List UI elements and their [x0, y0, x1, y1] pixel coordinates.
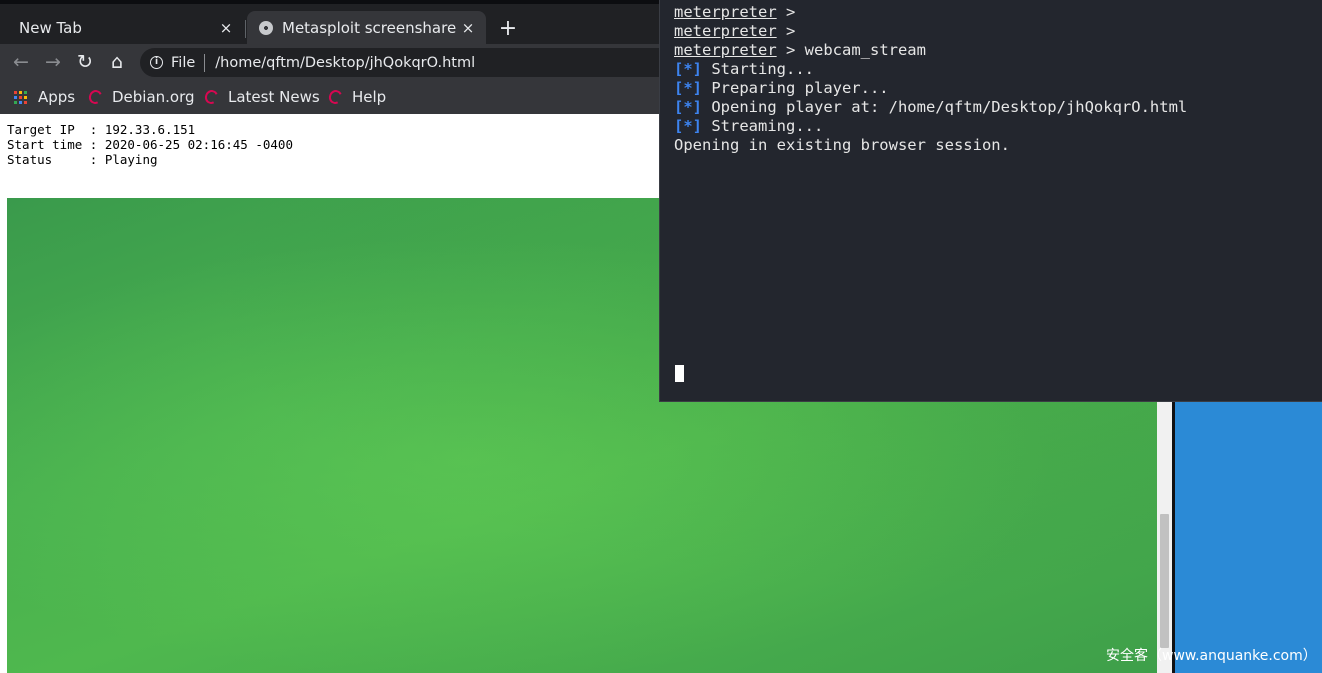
prompt: meterpreter: [674, 22, 777, 40]
apps-grid-icon: [14, 90, 27, 104]
status-text: Streaming...: [702, 117, 824, 135]
status-text: Preparing player...: [702, 79, 889, 97]
tab-divider: [245, 20, 246, 38]
terminal-line: meterpreter >: [674, 22, 1187, 41]
scrollbar-thumb[interactable]: [1160, 514, 1169, 648]
back-arrow-icon[interactable]: ←: [9, 50, 33, 74]
bookmark-help[interactable]: Help: [326, 86, 387, 108]
start-time-line: Start time : 2020-06-25 02:16:45 -0400: [7, 137, 293, 152]
address-separator: [204, 53, 206, 72]
close-icon[interactable]: ×: [218, 19, 234, 37]
watermark-text: 安全客（www.anquanke.com）: [1106, 648, 1317, 664]
reload-icon[interactable]: ↻: [73, 50, 97, 74]
background-window: [1175, 402, 1322, 673]
status-line: Status : Playing: [7, 152, 158, 167]
bookmark-debian-org[interactable]: Debian.org: [86, 86, 195, 108]
terminal-line: meterpreter > webcam_stream: [674, 41, 1187, 60]
debian-swirl-icon: [326, 88, 345, 106]
prompt: meterpreter: [674, 41, 777, 59]
debian-swirl-icon: [202, 88, 221, 106]
tab-new-tab[interactable]: New Tab ×: [0, 11, 244, 44]
target-ip-line: Target IP : 192.33.6.151: [7, 122, 196, 137]
bookmark-latest-news[interactable]: Latest News: [202, 86, 320, 108]
tab-title: Metasploit screenshare - Target: [282, 18, 460, 37]
terminal-window[interactable]: meterpreter > meterpreter > meterpreter > …: [659, 0, 1322, 402]
bookmark-label: Help: [352, 88, 387, 106]
scheme-label: File: [171, 54, 196, 71]
tab-title: New Tab: [19, 18, 82, 37]
new-tab-button[interactable]: +: [496, 18, 520, 42]
terminal-output: meterpreter > meterpreter > meterpreter > …: [674, 3, 1187, 155]
globe-icon: [259, 20, 273, 35]
url-text[interactable]: /home/qftm/Desktop/jhQokqrO.html: [215, 55, 475, 71]
close-icon[interactable]: ×: [460, 19, 476, 37]
bookmark-label: Latest News: [228, 88, 320, 106]
prompt: meterpreter: [674, 3, 777, 21]
terminal-line: [*] Starting...: [674, 60, 1187, 79]
stream-info: Target IP : 192.33.6.151 Start time : 202…: [7, 122, 293, 167]
bookmark-label: Apps: [38, 88, 76, 106]
terminal-line: [*] Streaming...: [674, 117, 1187, 136]
info-icon[interactable]: i: [150, 56, 163, 69]
status-tag: [*]: [674, 60, 702, 78]
debian-swirl-icon: [86, 88, 105, 106]
status-text: Opening player at: /home/qftm/Desktop/jh…: [702, 98, 1188, 116]
status-tag: [*]: [674, 79, 702, 97]
terminal-line: [*] Preparing player...: [674, 79, 1187, 98]
bookmark-label: Debian.org: [112, 88, 195, 106]
terminal-line: [*] Opening player at: /home/qftm/Deskto…: [674, 98, 1187, 117]
prompt-suffix: >: [776, 3, 796, 21]
status-tag: [*]: [674, 117, 702, 135]
status-text: Starting...: [702, 60, 814, 78]
command-text: webcam_stream: [795, 41, 926, 59]
status-tag: [*]: [674, 98, 702, 116]
tab-metasploit-screenshare[interactable]: Metasploit screenshare - Target ×: [247, 11, 486, 44]
bookmark-apps[interactable]: Apps: [14, 86, 75, 108]
prompt-suffix: >: [776, 41, 796, 59]
prompt-suffix: >: [776, 22, 796, 40]
forward-arrow-icon[interactable]: →: [41, 50, 65, 74]
home-icon[interactable]: ⌂: [105, 50, 129, 74]
terminal-cursor: [675, 365, 684, 382]
terminal-line: Opening in existing browser session.: [674, 136, 1010, 154]
terminal-line: meterpreter >: [674, 3, 1187, 22]
